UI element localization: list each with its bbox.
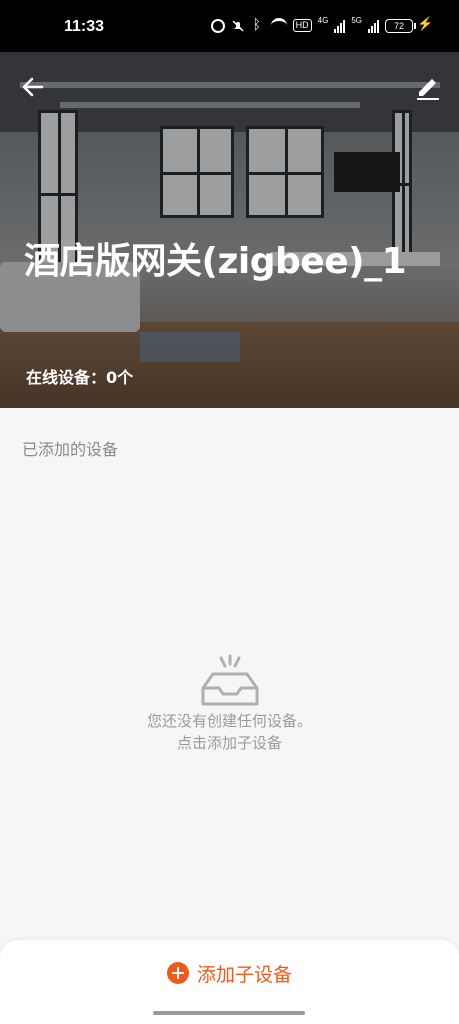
charging-icon [417,16,433,33]
pencil-icon [417,79,439,100]
status-bar: 11:33 HD 4G 5G 72 [0,0,459,52]
alarm-icon [210,18,225,33]
empty-tray-icon [201,654,258,706]
signal-icon [334,19,346,33]
empty-message-line1: 您还没有创建任何设备。 [146,712,312,730]
bluetooth-icon [251,16,265,33]
arrow-left-icon [22,77,44,97]
page-title: 酒店版网关(zigbee)_1 [24,241,407,282]
section-title: 已添加的设备 [22,440,119,459]
edit-button[interactable] [415,72,441,102]
online-devices-count: 在线设备：0个 [26,368,134,387]
mute-icon [231,19,245,33]
hd-badge: HD [292,19,312,32]
add-sub-device-button[interactable]: 添加子设备 [0,940,459,1006]
battery-indicator: 72 [385,18,416,33]
add-sub-device-label: 添加子设备 [196,963,292,986]
signal-icon-2 [368,19,379,33]
net-label-4g: 4G [317,16,329,25]
net-label-5g: 5G [351,16,362,25]
empty-state: 您还没有创建任何设备。 点击添加子设备 [0,654,459,754]
home-indicator[interactable] [153,1011,305,1015]
back-button[interactable] [18,72,48,102]
wifi-icon [270,18,287,33]
plus-circle-icon [166,962,189,984]
header-overlay [0,52,459,408]
empty-message-line2: 点击添加子设备 [176,734,282,752]
header-background-image [0,52,459,408]
bottom-action-bar: 添加子设备 [0,940,459,1024]
status-time: 11:33 [64,18,105,35]
status-icons: HD 4G 5G 72 [210,16,433,33]
